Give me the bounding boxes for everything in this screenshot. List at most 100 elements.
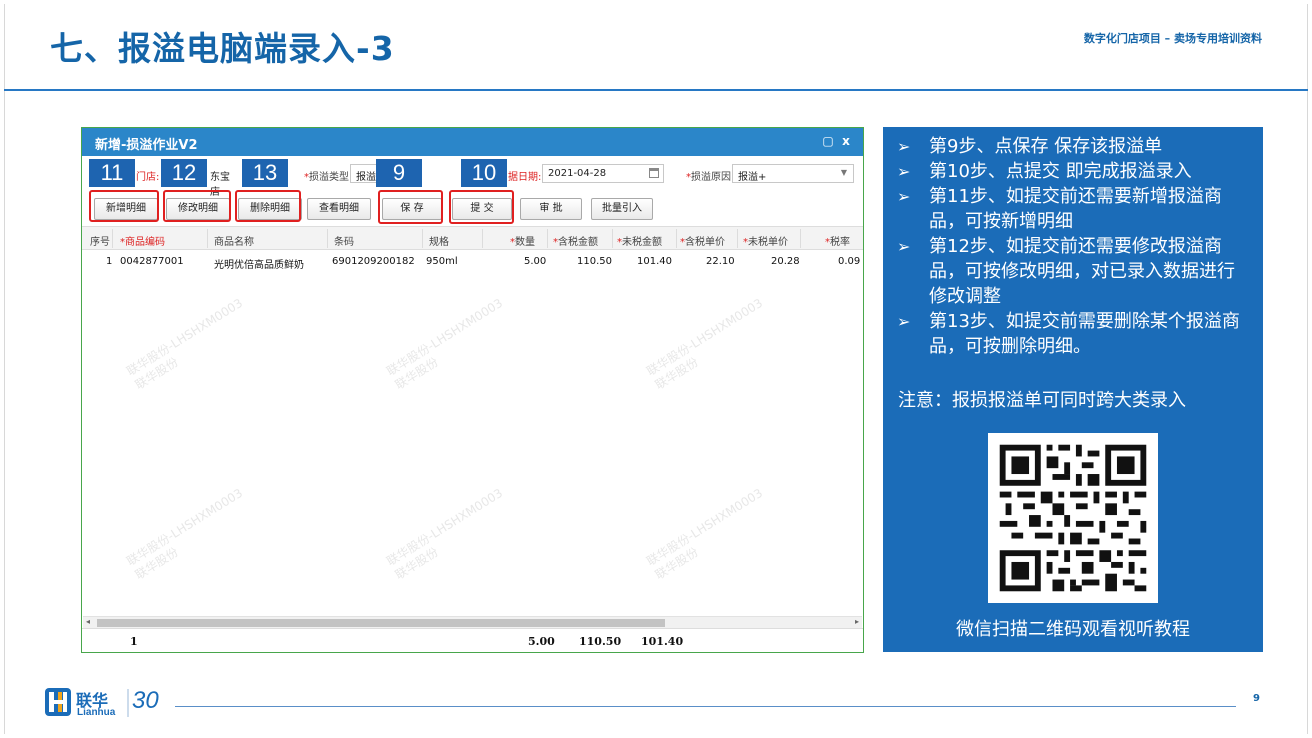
col-header-tax-rate: 税率 <box>830 237 850 248</box>
cell-qty: 5.00 <box>524 256 547 267</box>
cell-seq: 1 <box>106 256 113 267</box>
cell-tax-amount: 110.50 <box>577 256 612 267</box>
add-detail-button[interactable]: 新增明细 <box>94 198 158 220</box>
qr-code-image <box>988 433 1158 603</box>
step-text: 第10步、点提交 即完成报溢录入 <box>929 161 1192 182</box>
step-13-label: 13 <box>242 159 288 187</box>
scroll-right-icon[interactable]: ▸ <box>855 617 859 626</box>
col-header-barcode[interactable]: 条码 <box>334 233 354 248</box>
cell-tax-price: 22.10 <box>706 256 735 267</box>
store-field[interactable]: 东宝店 <box>204 164 244 198</box>
qr-code-icon <box>988 433 1158 603</box>
col-divider <box>422 229 423 248</box>
step-list: ➢ 第9步、点保存 保存该报溢单 ➢ 第10步、点提交 即完成报溢录入 ➢ 第11步、… <box>897 134 1249 359</box>
cell-tax-rate: 0.09 <box>838 256 861 267</box>
approve-button[interactable]: 审 批 <box>520 198 582 220</box>
slide-frame-right <box>1307 4 1308 734</box>
total-qty: 5.00 <box>528 635 555 648</box>
col-header-code-wrap[interactable]: *商品编码 <box>120 233 165 248</box>
bullet-arrow-icon: ➢ <box>897 137 911 156</box>
step-10-label: 10 <box>461 159 507 187</box>
list-item: ➢ 第9步、点保存 保存该报溢单 <box>897 134 1249 159</box>
calendar-icon[interactable] <box>649 168 659 178</box>
close-icon[interactable]: x <box>839 134 853 148</box>
bullet-arrow-icon: ➢ <box>897 162 911 181</box>
col-header-tax-rate-wrap[interactable]: *税率 <box>825 233 850 248</box>
list-item: ➢ 第11步、如提交前还需要新增报溢商品，可按新增明细 <box>897 184 1249 234</box>
window-title: 新增-损溢作业V2 <box>95 138 198 153</box>
col-header-tax-price-wrap[interactable]: *含税单价 <box>680 233 725 248</box>
document-date-field[interactable]: 2021-04-28 <box>542 164 664 183</box>
step-text: 第9步、点保存 保存该报溢单 <box>929 136 1163 157</box>
window-titlebar: 新增-损溢作业V2 ▢ x <box>82 128 863 156</box>
toolbar: 新增明细 修改明细 删除明细 查看明细 保 存 提 交 审 批 批量引入 <box>82 192 863 222</box>
col-header-net-amount: 未税金额 <box>622 237 662 248</box>
instruction-panel: ➢ 第9步、点保存 保存该报溢单 ➢ 第10步、点提交 即完成报溢录入 ➢ 第11步、… <box>883 127 1263 652</box>
save-button[interactable]: 保 存 <box>382 198 442 220</box>
cell-net-amount: 101.40 <box>637 256 672 267</box>
col-divider <box>612 229 613 248</box>
col-divider <box>112 229 113 248</box>
bullet-arrow-icon: ➢ <box>897 312 911 331</box>
step-12-label: 12 <box>161 159 207 187</box>
step-text: 第12步、如提交前还需要修改报溢商品，可按修改明细，对已录入数据进行修改调整 <box>929 236 1235 307</box>
adjustment-reason-select[interactable]: 报溢+ ▼ <box>732 164 854 183</box>
lianhua-logo: 联华 Lianhua 30 <box>44 686 179 720</box>
type-label: 损溢类型: <box>309 172 353 183</box>
reason-label-wrap: *损溢原因: <box>686 172 735 183</box>
step-9-label: 9 <box>376 159 422 187</box>
chevron-down-icon[interactable]: ▼ <box>841 168 847 177</box>
col-divider <box>737 229 738 248</box>
delete-detail-button[interactable]: 删除明细 <box>238 198 302 220</box>
cell-spec: 950ml <box>426 256 458 267</box>
reason-label: 损溢原因: <box>691 172 735 183</box>
watermark: 联华股份-LHSHXM0003 联华股份 <box>644 485 766 583</box>
page-number: 9 <box>1253 693 1260 704</box>
edit-detail-button[interactable]: 修改明细 <box>166 198 230 220</box>
col-header-net-price-wrap[interactable]: *未税单价 <box>743 233 788 248</box>
table-row[interactable]: 1 0042877001 光明优倍高品质鲜奶 6901209200182 950… <box>82 252 863 272</box>
scroll-left-icon[interactable]: ◂ <box>86 617 90 626</box>
date-label: 据日期: <box>508 172 542 183</box>
submit-button[interactable]: 提 交 <box>452 198 512 220</box>
reason-value: 报溢+ <box>738 172 767 183</box>
col-header-net-amount-wrap[interactable]: *未税金额 <box>617 233 662 248</box>
col-header-tax-amount: 含税金额 <box>558 237 598 248</box>
col-header-tax-amount-wrap[interactable]: *含税金额 <box>553 233 598 248</box>
total-net-amount: 101.40 <box>641 635 684 648</box>
col-divider <box>547 229 548 248</box>
app-window-add-adjustment: 新增-损溢作业V2 ▢ x 门店: 东宝店 *损溢类型: 报溢 据日期: 202… <box>81 127 864 653</box>
qr-caption: 微信扫描二维码观看视听教程 <box>956 619 1190 640</box>
brand-en: Lianhua <box>77 707 116 718</box>
col-header-qty-wrap[interactable]: *数量 <box>510 233 535 248</box>
scrollbar-thumb[interactable] <box>97 619 665 627</box>
cell-code: 0042877001 <box>120 256 184 267</box>
horizontal-scrollbar[interactable]: ◂ ▸ <box>83 616 862 628</box>
step-text: 第13步、如提交前需要删除某个报溢商品，可按删除明细。 <box>929 311 1240 357</box>
col-header-name[interactable]: 商品名称 <box>214 233 254 248</box>
watermark: 联华股份-LHSHXM0003 联华股份 <box>644 295 766 393</box>
store-label: 门店: <box>136 172 160 183</box>
slide-title: 七、报溢电脑端录入-3 <box>50 29 395 68</box>
date-value: 2021-04-28 <box>548 168 607 179</box>
slide-subtitle: 数字化门店项目 – 卖场专用培训资料 <box>1083 32 1262 45</box>
total-count: 1 <box>130 635 138 648</box>
cell-name: 光明优倍高品质鲜奶 <box>214 260 304 271</box>
col-header-net-price: 未税单价 <box>748 237 788 248</box>
watermark: 联华股份-LHSHXM0003 联华股份 <box>124 485 246 583</box>
grid-header: 序号 *商品编码 商品名称 条码 规格 *数量 *含税金额 *未税金额 *含税单… <box>82 226 863 250</box>
view-detail-button[interactable]: 查看明细 <box>307 198 371 220</box>
batch-import-button[interactable]: 批量引入 <box>591 198 653 220</box>
list-item: ➢ 第12步、如提交前还需要修改报溢商品，可按修改明细，对已录入数据进行修改调整 <box>897 234 1249 309</box>
list-item: ➢ 第10步、点提交 即完成报溢录入 <box>897 159 1249 184</box>
cell-net-price: 20.28 <box>771 256 800 267</box>
watermark: 联华股份-LHSHXM0003 联华股份 <box>384 485 506 583</box>
col-header-seq[interactable]: 序号 <box>90 233 110 248</box>
footer-divider <box>175 706 1236 707</box>
watermark: 联华股份-LHSHXM0003 联华股份 <box>384 295 506 393</box>
header-divider <box>4 89 1308 91</box>
restore-icon[interactable]: ▢ <box>821 134 835 148</box>
col-divider <box>327 229 328 248</box>
note-text: 注意：报损报溢单可同时跨大类录入 <box>898 390 1186 411</box>
col-header-spec[interactable]: 规格 <box>429 233 449 248</box>
